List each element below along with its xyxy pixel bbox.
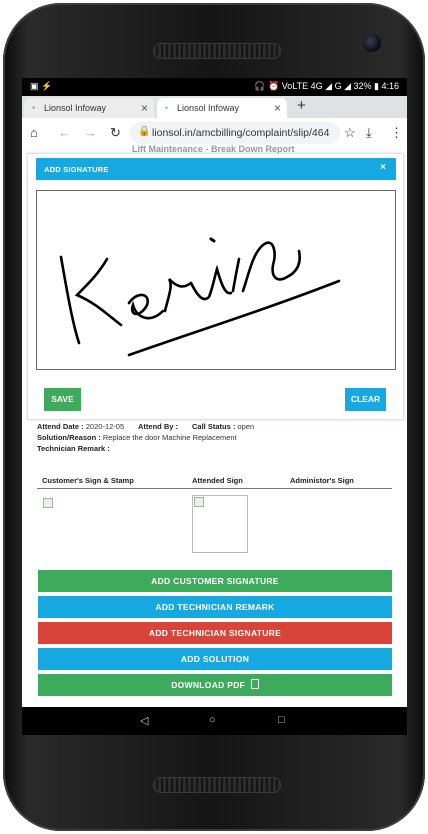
back-nav-icon[interactable]: ◁	[140, 714, 148, 727]
page-content: Lift Maintenance - Break Down Report ADD…	[22, 144, 407, 735]
modal-header: ADD SIGNATURE ×	[36, 158, 396, 180]
status-bar: ▣ ⚡ 🎧 ⏰ VoLTE 4G ◢ G ◢ 32% ▮ 4:16	[22, 78, 407, 96]
browser-tab-2[interactable]: ◔ Lionsol Infoway ×	[157, 98, 287, 118]
home-nav-icon[interactable]: ○	[209, 714, 216, 726]
attended-sign-header: Attended Sign	[192, 476, 243, 485]
save-button[interactable]: SAVE	[44, 388, 81, 411]
call-status-label: Call Status :	[192, 422, 236, 431]
bottom-speaker	[153, 777, 281, 793]
tab-close-icon[interactable]: ×	[274, 101, 281, 115]
tab-title: Lionsol Infoway	[44, 103, 107, 113]
attended-signature-image	[192, 495, 248, 553]
add-solution-button[interactable]: ADD SOLUTION	[38, 648, 392, 670]
recents-nav-icon[interactable]: □	[278, 714, 285, 726]
url-field[interactable]: 🔒 lionsol.in/amcbilling/complaint/slip/4…	[130, 122, 340, 144]
signature-modal: ADD SIGNATURE × SAVE CLEAR	[27, 153, 404, 420]
close-icon[interactable]: ×	[380, 162, 386, 173]
tab-loading-icon: ◔	[30, 103, 36, 113]
solution-value: Replace the door Machine Replacement	[100, 433, 237, 442]
customer-signature-image	[43, 498, 53, 508]
add-technician-signature-button[interactable]: ADD TECHNICIAN SIGNATURE	[38, 622, 392, 644]
signature-canvas[interactable]	[36, 190, 396, 370]
download-pdf-button[interactable]: DOWNLOAD PDF	[38, 674, 392, 696]
forward-arrow-icon[interactable]: →	[84, 125, 97, 140]
divider	[37, 488, 392, 489]
tab-loading-icon: ◔	[163, 103, 169, 113]
reload-icon[interactable]: ↻	[110, 125, 121, 141]
bookmark-star-icon[interactable]: ☆	[344, 125, 356, 141]
administor-sign-header: Administor's Sign	[290, 476, 354, 485]
status-left-icons: ▣ ⚡	[30, 81, 53, 91]
attend-date-row: Attend Date : 2020-12-05	[37, 422, 124, 431]
technician-remark-label: Technician Remark :	[37, 444, 110, 453]
android-nav-bar: ◁ ○ □	[22, 707, 407, 735]
attend-by-row: Attend By :	[138, 422, 178, 431]
home-icon[interactable]: ⌂	[30, 125, 38, 140]
attend-date-value: 2020-12-05	[83, 422, 125, 431]
customer-sign-header: Customer's Sign & Stamp	[42, 476, 134, 485]
pdf-file-icon	[250, 679, 259, 689]
attend-date-label: Attend Date :	[37, 422, 84, 431]
tab-title: Lionsol Infoway	[177, 103, 240, 113]
solution-label: Solution/Reason :	[37, 433, 101, 442]
browser-tab-strip: ◔ Lionsol Infoway × ◔ Lionsol Infoway × …	[22, 96, 407, 118]
status-right-indicators: 🎧 ⏰ VoLTE 4G ◢ G ◢ 32% ▮ 4:16	[254, 81, 399, 91]
screen: ▣ ⚡ 🎧 ⏰ VoLTE 4G ◢ G ◢ 32% ▮ 4:16 ◔ Lion…	[22, 78, 407, 735]
solution-row: Solution/Reason : Replace the door Machi…	[37, 433, 237, 442]
broken-image-icon	[194, 497, 204, 507]
browser-tab-1[interactable]: ◔ Lionsol Infoway ×	[24, 98, 154, 118]
call-status-row: Call Status : open	[192, 422, 254, 431]
top-speaker	[153, 43, 281, 59]
front-camera	[363, 34, 381, 52]
signature-stroke	[59, 237, 341, 357]
download-pdf-label: DOWNLOAD PDF	[171, 680, 246, 690]
add-technician-remark-button[interactable]: ADD TECHNICIAN REMARK	[38, 596, 392, 618]
new-tab-button[interactable]: +	[297, 97, 306, 114]
back-arrow-icon[interactable]: ←	[58, 125, 71, 140]
url-text: lionsol.in/amcbilling/complaint/slip/464	[152, 127, 330, 139]
tab-close-icon[interactable]: ×	[141, 101, 148, 115]
lock-icon: 🔒	[138, 126, 151, 137]
call-status-value: open	[235, 422, 255, 431]
clear-button[interactable]: CLEAR	[345, 388, 386, 411]
technician-remark-row: Technician Remark :	[37, 444, 110, 453]
modal-title: ADD SIGNATURE	[44, 165, 109, 174]
menu-kebab-icon[interactable]: ⋮	[390, 125, 403, 141]
attend-by-label: Attend By :	[138, 422, 178, 431]
download-icon[interactable]: ⤓	[366, 125, 372, 141]
add-customer-signature-button[interactable]: ADD CUSTOMER SIGNATURE	[38, 570, 392, 592]
